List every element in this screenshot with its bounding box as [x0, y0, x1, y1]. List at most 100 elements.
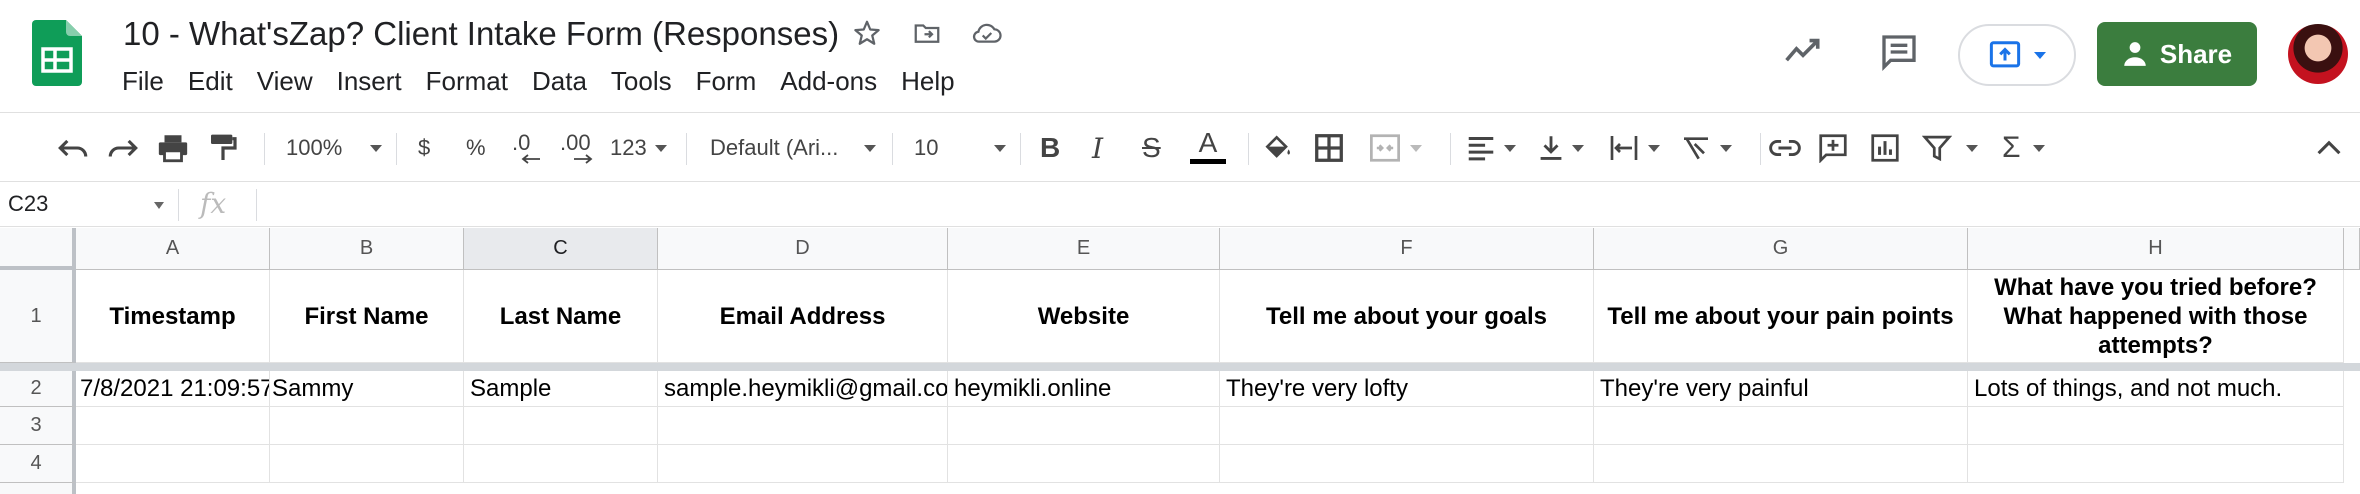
column-header-c[interactable]: C [464, 228, 658, 270]
menu-insert[interactable]: Insert [337, 66, 402, 97]
activity-trend-icon[interactable] [1783, 34, 1823, 75]
vertical-align-icon[interactable] [1538, 129, 1584, 167]
menu-file[interactable]: File [122, 66, 164, 97]
text-color-icon[interactable]: A [1190, 127, 1226, 171]
decrease-decimal-button[interactable]: .0 [512, 129, 542, 167]
cell-b3[interactable] [270, 407, 464, 445]
menu-form[interactable]: Form [696, 66, 757, 97]
menu-data[interactable]: Data [532, 66, 587, 97]
cell-c4[interactable] [464, 445, 658, 483]
frozen-row-divider[interactable] [0, 363, 2360, 371]
undo-icon[interactable] [56, 129, 90, 167]
select-all-corner[interactable] [0, 228, 76, 270]
font-size-select[interactable]: 10 [914, 129, 1006, 167]
column-header-d[interactable]: D [658, 228, 948, 270]
horizontal-align-icon[interactable] [1466, 129, 1516, 167]
bold-icon[interactable]: B [1040, 129, 1060, 167]
menu-help[interactable]: Help [901, 66, 954, 97]
column-header-e[interactable]: E [948, 228, 1220, 270]
cell-e2[interactable]: heymikli.online [948, 371, 1220, 407]
link-icon[interactable] [1768, 129, 1802, 167]
row-header-3[interactable]: 3 [0, 407, 76, 445]
cell-a2[interactable]: 7/8/2021 21:09:57 [76, 371, 270, 407]
row-header-5[interactable] [0, 483, 76, 494]
print-icon[interactable] [156, 129, 190, 167]
cell-c1[interactable]: Last Name [464, 270, 658, 363]
currency-format-button[interactable]: $ [418, 129, 430, 167]
cell-h2[interactable]: Lots of things, and not much. [1968, 371, 2344, 407]
column-header-a[interactable]: A [76, 228, 270, 270]
borders-icon[interactable] [1314, 129, 1344, 167]
cell-a3[interactable] [76, 407, 270, 445]
cell-h4[interactable] [1968, 445, 2344, 483]
name-box-dropdown-icon[interactable] [154, 202, 164, 209]
cell-d3[interactable] [658, 407, 948, 445]
filter-icon[interactable] [1922, 129, 1978, 167]
share-button[interactable]: Share [2097, 22, 2257, 86]
comment-history-icon[interactable] [1879, 32, 1919, 77]
merge-cells-icon[interactable] [1368, 129, 1422, 167]
row-header-4[interactable]: 4 [0, 445, 76, 483]
strikethrough-icon[interactable]: S [1142, 129, 1161, 167]
name-box[interactable]: C23 [8, 191, 48, 217]
insert-chart-icon[interactable] [1870, 129, 1900, 167]
column-header-b[interactable]: B [270, 228, 464, 270]
text-rotation-icon[interactable] [1680, 129, 1732, 167]
row-header-2[interactable]: 2 [0, 371, 76, 407]
text-wrap-icon[interactable] [1608, 129, 1660, 167]
cell-f4[interactable] [1220, 445, 1594, 483]
cell-f2[interactable]: They're very lofty [1220, 371, 1594, 407]
functions-icon[interactable]: Σ [2002, 129, 2045, 167]
column-header-g[interactable]: G [1594, 228, 1968, 270]
menu-view[interactable]: View [257, 66, 313, 97]
google-sheets-logo-icon[interactable] [32, 20, 82, 86]
cell-e4[interactable] [948, 445, 1220, 483]
increase-decimal-button[interactable]: .00 [560, 129, 594, 167]
menu-tools[interactable]: Tools [611, 66, 672, 97]
collapse-toolbar-icon[interactable] [2316, 129, 2342, 167]
present-dropdown-caret[interactable] [2034, 51, 2046, 59]
cell-h1[interactable]: What have you tried before? What happene… [1968, 270, 2344, 363]
cell-e3[interactable] [948, 407, 1220, 445]
cell-c3[interactable] [464, 407, 658, 445]
cell-d2[interactable]: sample.heymikli@gmail.com [658, 371, 948, 407]
document-title[interactable]: 10 - What'sZap? Client Intake Form (Resp… [123, 15, 839, 53]
column-header-f[interactable]: F [1220, 228, 1594, 270]
cell-c2[interactable]: Sample [464, 371, 658, 407]
cell-a1[interactable]: Timestamp [76, 270, 270, 363]
cell-d1[interactable]: Email Address [658, 270, 948, 363]
move-to-folder-icon[interactable] [910, 16, 944, 50]
cell-d4[interactable] [658, 445, 948, 483]
cell-b2[interactable]: Sammy [270, 371, 464, 407]
column-header-h[interactable]: H [1968, 228, 2344, 270]
cell-g4[interactable] [1594, 445, 1968, 483]
present-button[interactable] [1958, 24, 2076, 86]
cloud-status-icon[interactable] [970, 16, 1004, 50]
row-header-1[interactable]: 1 [0, 270, 76, 363]
fill-color-icon[interactable] [1262, 129, 1294, 167]
cell-g3[interactable] [1594, 407, 1968, 445]
redo-icon[interactable] [106, 129, 140, 167]
insert-comment-icon[interactable] [1818, 129, 1848, 167]
formula-input[interactable] [270, 189, 2340, 221]
cell-b1[interactable]: First Name [270, 270, 464, 363]
cell-f3[interactable] [1220, 407, 1594, 445]
font-family-select[interactable]: Default (Ari... [710, 129, 876, 167]
menu-edit[interactable]: Edit [188, 66, 233, 97]
cell-g1[interactable]: Tell me about your pain points [1594, 270, 1968, 363]
menu-addons[interactable]: Add-ons [780, 66, 877, 97]
cell-b4[interactable] [270, 445, 464, 483]
italic-icon[interactable]: I [1092, 129, 1103, 167]
percent-format-button[interactable]: % [466, 129, 486, 167]
account-avatar[interactable] [2288, 24, 2348, 84]
more-formats-select[interactable]: 123 [610, 129, 667, 167]
zoom-select[interactable]: 100% [286, 129, 383, 167]
star-icon[interactable] [850, 16, 884, 50]
cell-g2[interactable]: They're very painful [1594, 371, 1968, 407]
cell-f1[interactable]: Tell me about your goals [1220, 270, 1594, 363]
cell-a4[interactable] [76, 445, 270, 483]
cell-h3[interactable] [1968, 407, 2344, 445]
cell-e1[interactable]: Website [948, 270, 1220, 363]
menu-format[interactable]: Format [426, 66, 508, 97]
paint-format-icon[interactable] [208, 129, 238, 167]
